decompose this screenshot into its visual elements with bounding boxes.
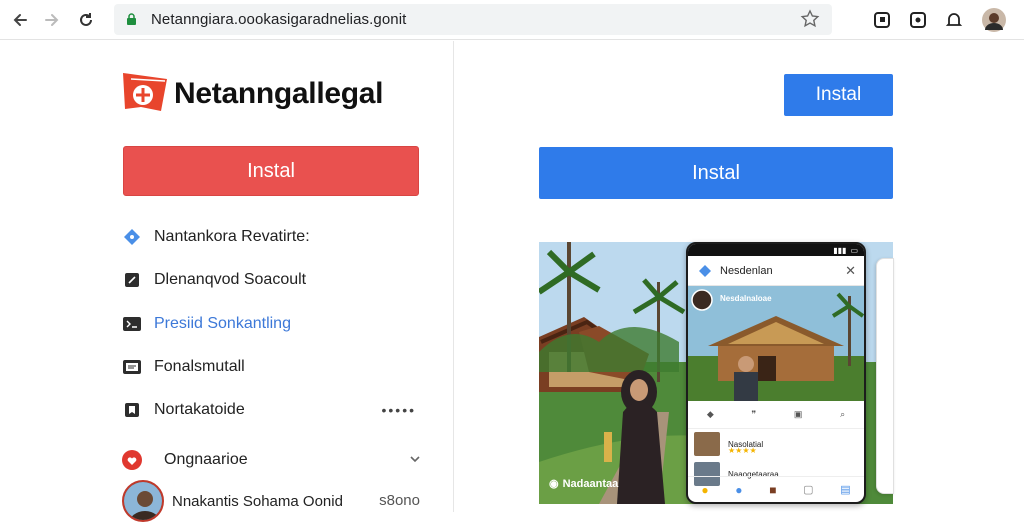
account-row[interactable]: Nnakantis Sohama Oonid s8ono	[122, 480, 422, 522]
list-item[interactable]: Nasolatial ★★★★	[688, 429, 864, 459]
explore-icon[interactable]: ●	[735, 483, 742, 497]
account-count: s8ono	[379, 492, 420, 509]
home-icon[interactable]: ●	[701, 483, 708, 497]
reload-button[interactable]	[74, 8, 98, 32]
arrow-right-icon	[45, 14, 59, 26]
tag-icon	[699, 264, 711, 277]
post-actions: ◆ ❞ ▣ ⌕	[688, 401, 864, 429]
menu-item-3[interactable]: Presiid Sonkantling	[122, 310, 422, 338]
reload-icon	[80, 13, 92, 26]
address-bar[interactable]: Netanngiara.oookasigaradnelias.gonit	[114, 4, 832, 35]
gallery-icon[interactable]: ■	[769, 483, 776, 497]
close-icon[interactable]: ✕	[845, 263, 856, 279]
heart-icon	[122, 450, 142, 470]
forward-button[interactable]	[40, 8, 64, 32]
more-options-icon[interactable]: •••••	[381, 402, 416, 418]
tag-icon	[122, 227, 142, 247]
preview-card-title: Nesdenlan	[720, 264, 773, 277]
avatar-icon	[982, 8, 1006, 32]
post-caption: Nesdalnaloae	[720, 294, 772, 303]
phone-preview: ▮▮▮ ▭ Nesdenlan ✕ Nesdalnaloae ◆ ❞ ▣ ⌕ N…	[686, 242, 866, 504]
menu-item-6-label: Ongnaarioe	[164, 451, 248, 468]
post-scene	[688, 286, 864, 401]
lock-icon	[127, 13, 136, 25]
list-thumb	[694, 432, 720, 456]
install-button-primary[interactable]: Instal	[123, 146, 419, 196]
browser-toolbar: Netanngiara.oookasigaradnelias.gonit	[0, 0, 1024, 40]
menu-item-4[interactable]: Fonalsmutall	[122, 353, 422, 381]
edit-icon	[122, 270, 142, 290]
extension-button-1[interactable]	[870, 8, 894, 32]
hero-caption-text: Nadaantaa	[562, 477, 619, 490]
profile-menu-button[interactable]	[942, 8, 966, 32]
share-icon[interactable]: ⌕	[840, 409, 845, 420]
account-name: Nnakantis Sohama Oonid	[172, 492, 343, 510]
next-card-peek[interactable]	[876, 258, 894, 494]
terminal-icon	[122, 314, 142, 334]
menu-item-4-label: Fonalsmutall	[154, 358, 245, 375]
menu-item-5[interactable]: Nortakatoide •••••	[122, 396, 422, 424]
rating-stars: ★★★★	[728, 446, 757, 455]
bookmark-icon	[122, 400, 142, 420]
image-icon[interactable]: ▣	[794, 409, 803, 420]
preview-card-header: Nesdenlan ✕	[688, 256, 864, 286]
user-avatar[interactable]	[982, 8, 1006, 32]
profile-icon[interactable]: ▤	[840, 483, 850, 496]
signal-icon: ▮▮▮	[833, 245, 847, 255]
star-icon[interactable]	[800, 9, 820, 29]
comment-icon[interactable]: ❞	[751, 409, 756, 420]
menu-item-2[interactable]: Dlenanqvod Soacoult	[122, 266, 422, 294]
menu-item-6[interactable]: Ongnaarioe	[122, 446, 422, 474]
account-avatar	[122, 480, 164, 522]
battery-icon: ▭	[850, 245, 858, 255]
hero-caption: ◉ Nadaantaa	[549, 477, 619, 491]
menu-item-3-label: Presiid Sonkantling	[154, 315, 291, 332]
puzzle-icon	[910, 12, 926, 28]
screen-icon	[122, 357, 142, 377]
preview-post-image: Nesdalnaloae	[688, 286, 864, 401]
url-text: Netanngiara.oookasigaradnelias.gonit	[151, 11, 407, 28]
inbox-icon[interactable]: ▢	[803, 483, 813, 496]
extension-button-2[interactable]	[906, 8, 930, 32]
arrow-left-icon	[13, 14, 27, 26]
menu-item-2-label: Dlenanqvod Soacoult	[154, 271, 307, 288]
install-button-small[interactable]: Instal	[784, 74, 893, 116]
extension-icon	[874, 12, 890, 28]
phone-bottom-nav: ● ● ■ ▢ ▤	[688, 476, 864, 502]
phone-status-bar: ▮▮▮ ▭	[688, 244, 864, 256]
bell-icon	[945, 13, 963, 26]
menu-item-1[interactable]: Nantankora Revatirte:	[122, 223, 422, 251]
install-button-large[interactable]: Instal	[539, 147, 893, 199]
left-panel: Netanngallegal Instal Nantankora Revatir…	[0, 41, 454, 522]
react-icon[interactable]: ◆	[707, 409, 714, 420]
menu-item-1-label: Nantankora Revatirte:	[154, 228, 310, 245]
app-title: Netanngallegal	[174, 77, 384, 110]
app-logo	[123, 73, 167, 111]
chevron-down-icon[interactable]	[408, 452, 422, 466]
menu-item-5-label: Nortakatoide	[154, 401, 245, 418]
user-icon: ◉	[549, 478, 559, 490]
back-button[interactable]	[8, 8, 32, 32]
